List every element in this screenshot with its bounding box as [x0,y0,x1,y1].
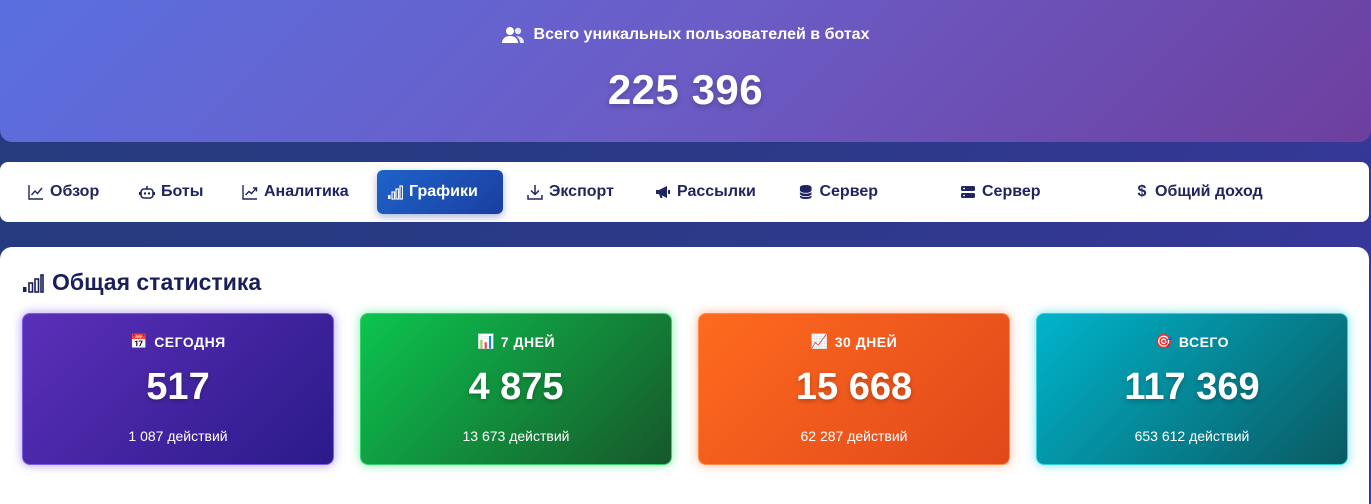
total-users-banner: Всего уникальных пользователей в ботах 2… [0,0,1371,142]
download-icon [527,185,543,200]
card-label: 30 ДНЕЙ [834,334,898,350]
tab-label: Рассылки [677,183,756,200]
tab-label: Обзор [50,183,100,200]
tab-label: Экспорт [549,183,614,200]
card-label-row: 🎯 ВСЕГО [1037,334,1347,350]
panel-title: Общая статистика [22,269,261,296]
signal-bars-icon [23,273,44,293]
card-actions: 653 612 действий [1134,428,1250,444]
stat-card-today: 📅 СЕГОДНЯ 517 1 087 действий [22,313,334,465]
total-users-value: 225 396 [607,66,764,113]
total-users-label-row: Всего уникальных пользователей в ботах [0,26,1371,44]
tab-overview[interactable]: Обзор [18,170,109,214]
tab-total-revenue[interactable]: $ Общий доход [1125,170,1273,214]
card-label-row: 📊 7 ДНЕЙ [361,334,671,350]
card-label-row: 📅 СЕГОДНЯ [23,334,333,350]
panel-title-text: Общая статистика [52,269,262,295]
tab-bots[interactable]: Боты [129,170,213,214]
stat-card-30-days: 📈 30 ДНЕЙ 15 668 62 287 действий [698,313,1010,465]
tab-server[interactable]: Сервер [950,170,1051,214]
users-icon [501,27,524,43]
tab-analytics[interactable]: Аналитика [232,170,359,214]
card-value: 4 875 [468,366,564,408]
server-icon [961,186,975,198]
card-value: 15 668 [795,366,913,408]
calendar-icon: 📅 [130,334,149,350]
general-stats-panel: Общая статистика 📅 СЕГОДНЯ 517 1 087 дей… [0,247,1369,504]
tab-label: Общий доход [1155,183,1263,200]
tab-charts[interactable]: Графики [377,170,503,214]
card-actions: 1 087 действий [128,428,228,444]
tab-label: Боты [161,183,204,200]
card-value: 517 [146,366,210,408]
tab-label: Графики [409,183,478,200]
bar-chart-icon: 📊 [476,334,495,350]
target-icon: 🎯 [1154,334,1173,350]
card-label: СЕГОДНЯ [154,334,226,350]
card-actions: 13 673 действий [462,428,570,444]
main-nav: Обзор Боты Аналитика Графики Экспорт Рас… [0,162,1369,222]
card-actions: 62 287 действий [800,428,908,444]
stat-card-7-days: 📊 7 ДНЕЙ 4 875 13 673 действий [360,313,672,465]
trend-up-icon: 📈 [810,334,829,350]
trend-icon [242,185,258,200]
megaphone-icon [656,186,670,198]
tab-label: Сервер [982,183,1041,200]
stat-card-total: 🎯 ВСЕГО 117 369 653 612 действий [1036,313,1348,465]
total-users-label: Всего уникальных пользователей в ботах [533,26,870,43]
card-label: 7 ДНЕЙ [500,334,556,350]
robot-icon [139,186,155,199]
tab-server-db[interactable]: Сервер [788,170,888,214]
card-label: ВСЕГО [1178,334,1230,350]
line-chart-icon [28,185,43,200]
dollar-icon: $ [1137,183,1147,200]
signal-bars-icon [388,185,403,200]
tab-label: Аналитика [264,183,349,200]
card-value: 117 369 [1124,366,1260,408]
card-label-row: 📈 30 ДНЕЙ [699,334,1009,350]
database-icon [799,184,812,200]
tab-export[interactable]: Экспорт [517,170,624,214]
tab-broadcasts[interactable]: Рассылки [645,170,766,214]
tab-label: Сервер [819,183,878,200]
